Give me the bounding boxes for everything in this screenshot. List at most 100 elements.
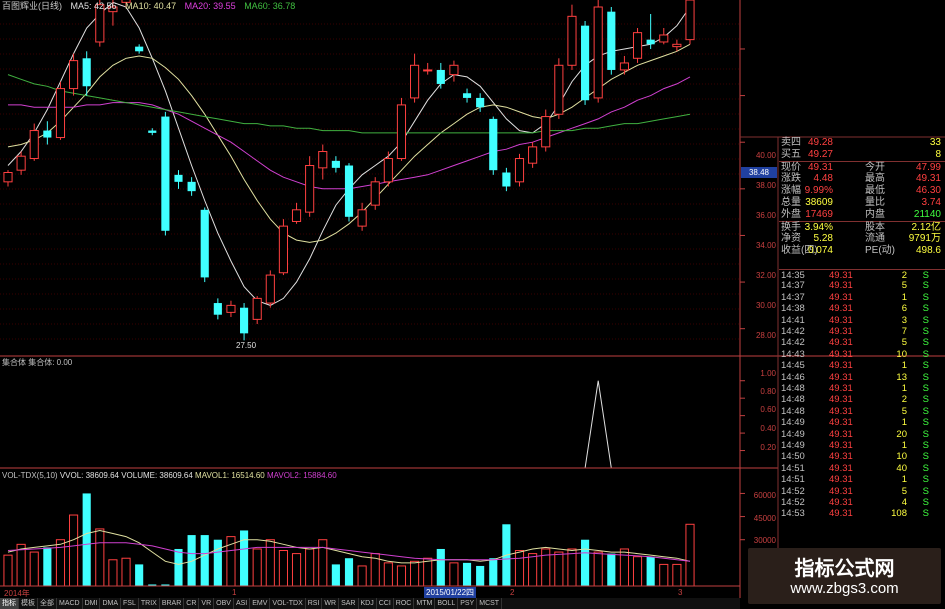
tab-rsi[interactable]: RSI [306, 598, 323, 609]
indicator-tabs: 指标 模板 全部 MACD DMI DMA FSL TRIX BRAR CR VR OBV ASI EMV… [0, 598, 740, 609]
tab-dmi[interactable]: DMI [83, 598, 101, 609]
trade-time: 14:38 [781, 303, 805, 315]
quote-value: 5.28 [813, 233, 833, 244]
tab-obv[interactable]: OBV [214, 598, 234, 609]
tab-cr[interactable]: CR [184, 598, 200, 609]
trade-row: 14:37 49.31 5 S [779, 280, 945, 291]
tab-cci[interactable]: CCI [377, 598, 394, 609]
tab-emv[interactable]: EMV [250, 598, 271, 609]
tab-vr[interactable]: VR [199, 598, 215, 609]
trade-volume: 7 [901, 326, 907, 337]
trade-row: 14:52 49.31 4 S [779, 497, 945, 508]
quote-label: 外盘 [781, 209, 801, 220]
volume-bar [554, 551, 564, 587]
quote-extra-value: 21140 [913, 209, 941, 220]
volume-bar [449, 562, 459, 587]
volume-bar [305, 548, 315, 587]
trade-volume: 108 [891, 508, 907, 520]
tab-全部[interactable]: 全部 [38, 598, 57, 609]
trade-row: 14:45 49.31 1 S [779, 360, 945, 371]
quote-extra-label: 量比 [865, 197, 885, 208]
trade-volume: 1 [901, 440, 907, 451]
candle-body [291, 209, 302, 222]
quote-value: 49.27 [807, 149, 833, 160]
quote-extra-value: 49.31 [915, 173, 941, 184]
volume-bar [685, 523, 695, 587]
trade-row: 14:53 49.31 108 S [779, 508, 945, 519]
trade-price: 49.31 [829, 428, 853, 440]
trade-volume: 40 [896, 462, 907, 474]
volume-bar [646, 556, 655, 586]
trade-volume: 10 [896, 451, 907, 463]
candle-body [265, 274, 275, 304]
mavol2-value: MAVOL2: 15884.60 [266, 471, 337, 480]
tab-brar[interactable]: BRAR [160, 598, 185, 609]
trade-time: 14:37 [781, 280, 805, 292]
trade-price: 49.31 [829, 314, 853, 326]
quote-label: 总量 [781, 197, 801, 208]
candle-body [252, 297, 262, 320]
ind-tick-1: 1.00 [760, 369, 776, 378]
tab-指标[interactable]: 指标 [0, 598, 19, 609]
trade-row: 14:52 49.31 5 S [779, 486, 945, 497]
quote-value: 49.28 [807, 137, 833, 148]
ind-tick-02: 0.20 [760, 443, 776, 452]
vol-tick-30000: 30000 [753, 536, 776, 545]
volume-bar [43, 547, 52, 586]
tab-macd[interactable]: MACD [57, 598, 83, 609]
volume-label: VOL-TDX(5,10) VVOL: 38609.64 VOLUME: 386… [2, 471, 337, 481]
watermark-url: www.zbgs3.com [790, 580, 899, 597]
volume-bar [331, 564, 340, 586]
quote-extra-label: 内盘 [865, 209, 885, 220]
volume-bar [423, 557, 433, 587]
trade-volume: 5 [901, 337, 907, 349]
tab-mtm[interactable]: MTM [414, 598, 436, 609]
candle-body [370, 181, 380, 206]
quote-label: 涨跌 [781, 173, 801, 184]
trade-price: 49.31 [829, 451, 853, 463]
tab-boll[interactable]: BOLL [435, 598, 459, 609]
candle-body [567, 15, 577, 66]
candle-body [528, 146, 538, 164]
trade-time: 14:41 [781, 314, 805, 326]
candle-body [357, 209, 367, 227]
trade-direction: S [922, 326, 929, 337]
tab-mcst[interactable]: MCST [477, 598, 503, 609]
trade-time: 14:43 [781, 348, 805, 360]
trade-time: 14:49 [781, 428, 805, 440]
trade-direction: S [922, 280, 929, 292]
tab-roc[interactable]: ROC [394, 598, 415, 609]
trade-direction: S [922, 497, 929, 508]
candle-body [646, 39, 655, 45]
candle-body [318, 151, 328, 169]
trade-volume: 6 [901, 303, 907, 315]
tab-trix[interactable]: TRIX [139, 598, 160, 609]
candle-body [423, 69, 433, 72]
tab-vol-tdx[interactable]: VOL-TDX [270, 598, 306, 609]
candle-body [383, 158, 393, 183]
tab-sar[interactable]: SAR [339, 598, 359, 609]
tab-dma[interactable]: DMA [100, 598, 122, 609]
candle-body [541, 116, 551, 148]
trade-row: 14:38 49.31 6 S [779, 303, 945, 314]
volume-bar [607, 553, 616, 586]
candle-body [29, 130, 39, 160]
trade-time: 14:50 [781, 451, 805, 463]
trade-direction: S [922, 405, 929, 417]
tab-asi[interactable]: ASI [234, 598, 251, 609]
quote-extra-label: 最低 [865, 185, 885, 196]
tab-psy[interactable]: PSY [458, 598, 478, 609]
tab-fsl[interactable]: FSL [121, 598, 139, 609]
quote-extra-value: 46.30 [915, 185, 941, 196]
trade-row: 14:41 49.31 3 S [779, 315, 945, 326]
tab-模板[interactable]: 模板 [19, 598, 38, 609]
trade-direction: S [922, 303, 929, 315]
tab-kdj[interactable]: KDJ [359, 598, 377, 609]
trade-price: 49.31 [829, 326, 853, 337]
trade-direction: S [922, 291, 929, 303]
tab-wr[interactable]: WR [322, 598, 340, 609]
ind-tick-06: 0.60 [760, 405, 776, 414]
candle-body [69, 60, 79, 90]
volume-bar [69, 514, 79, 587]
trade-direction: S [922, 474, 929, 486]
